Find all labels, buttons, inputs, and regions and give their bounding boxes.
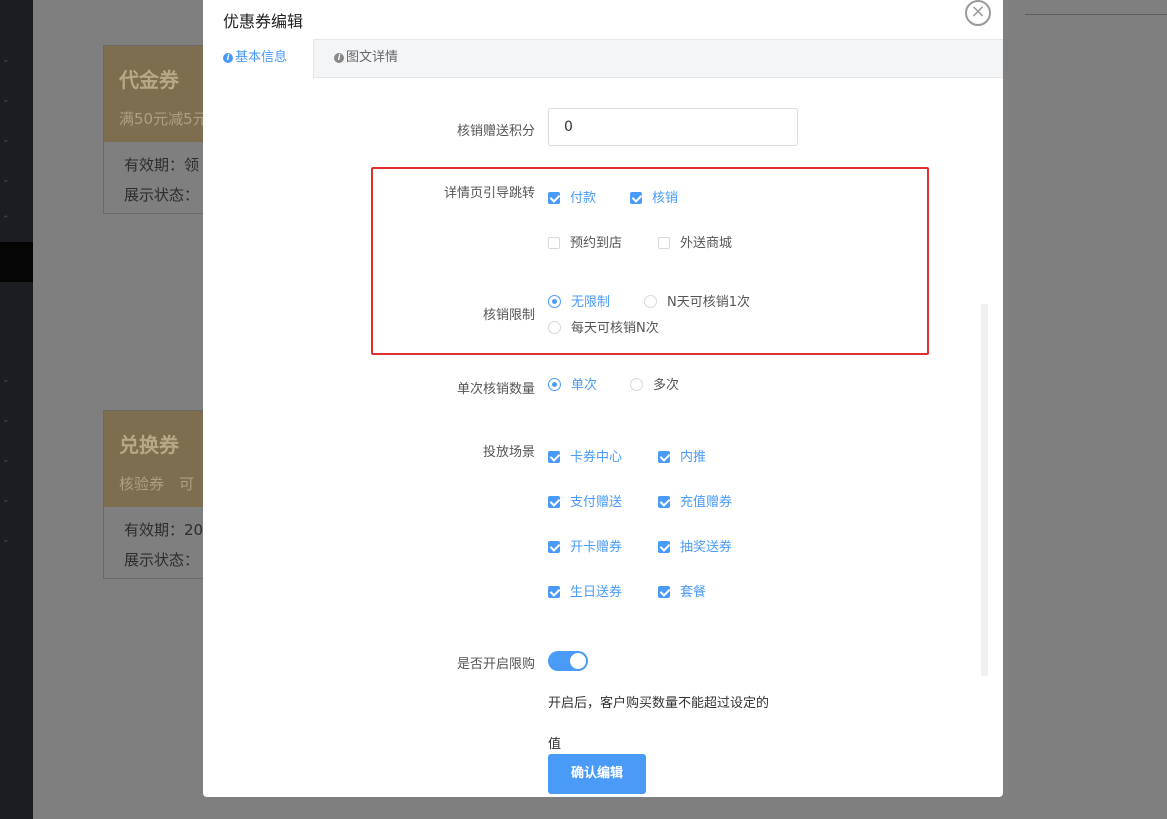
radio-daily-n-times[interactable]: 每天可核销N次 (548, 317, 659, 336)
confirm-edit-button[interactable]: 确认编辑 (548, 754, 646, 794)
coupon-card-display: 展示状态： (124, 186, 200, 204)
points-label: 核销赠送积分 (456, 124, 535, 139)
radio-icon (644, 295, 657, 308)
radio-icon (548, 321, 561, 334)
chevron-icon: ⌄ (2, 55, 10, 65)
coupon-card-title: 兑换券 (119, 433, 179, 457)
checkbox-icon (658, 496, 670, 508)
checkbox-icon (658, 237, 670, 249)
radio-multiple[interactable]: 多次 (630, 374, 679, 393)
checkbox-coupon-center[interactable]: 卡券中心 (548, 446, 622, 465)
info-icon: i (334, 53, 344, 63)
checkbox-payment-gift[interactable]: 支付赠送 (548, 491, 622, 510)
sidebar-active-item (0, 242, 33, 282)
chevron-icon: ⌄ (2, 375, 10, 385)
checkbox-icon (548, 496, 560, 508)
verify-limit-label: 核销限制 (482, 308, 535, 323)
coupon-edit-modal: 优惠券编辑 × i 基本信息 i 图文详情 核销赠送积分 0 详情页引导跳转 付款 … (203, 0, 1003, 797)
coupon-card-subtitle: 核验券 可 (119, 475, 195, 493)
checkbox-card-open-gift[interactable]: 开卡赠券 (548, 536, 622, 555)
checkbox-birthday-gift[interactable]: 生日送券 (548, 581, 622, 600)
background-sidebar: ⌄ ⌄ ⌄ ⌄ ⌃ ⌄ ⌄ ⌄ ⌄ ⌄ (0, 0, 33, 819)
coupon-card-title: 代金券 (119, 68, 179, 92)
checkbox-icon (548, 541, 560, 553)
checkbox-icon (658, 451, 670, 463)
radio-icon (548, 378, 561, 391)
checkbox-icon (658, 586, 670, 598)
tab-label: 图文详情 (346, 50, 399, 65)
radio-single[interactable]: 单次 (548, 374, 597, 393)
radio-icon (548, 295, 561, 308)
chevron-icon: ⌄ (2, 495, 10, 505)
modal-tabs: i 基本信息 i 图文详情 (203, 39, 1003, 79)
points-input[interactable]: 0 (548, 108, 798, 146)
checkbox-icon (658, 541, 670, 553)
checkbox-recharge-gift[interactable]: 充值赠券 (658, 491, 732, 510)
purchase-limit-label: 是否开启限购 (456, 657, 535, 672)
checkbox-delivery-mall[interactable]: 外送商城 (658, 232, 732, 251)
detail-redirect-label: 详情页引导跳转 (443, 186, 535, 201)
toggle-knob (570, 653, 586, 669)
tab-label: 基本信息 (235, 50, 288, 65)
purchase-limit-toggle[interactable] (548, 651, 588, 671)
coupon-card-validity: 有效期：20 (124, 521, 204, 539)
chevron-icon: ⌄ (2, 535, 10, 545)
checkbox-icon (548, 451, 560, 463)
checkbox-package[interactable]: 套餐 (658, 581, 706, 600)
radio-n-days-once[interactable]: N天可核销1次 (644, 291, 750, 310)
checkbox-lottery-gift[interactable]: 抽奖送券 (658, 536, 732, 555)
chevron-icon: ⌄ (2, 455, 10, 465)
chevron-icon: ⌄ (2, 95, 10, 105)
checkbox-icon (548, 192, 560, 204)
single-quantity-label: 单次核销数量 (456, 382, 535, 397)
purchase-limit-hint: 开启后，客户购买数量不能超过设定的 (548, 696, 770, 711)
background-topbar (1025, 0, 1167, 15)
chevron-icon: ⌃ (2, 215, 10, 225)
info-icon: i (223, 53, 233, 63)
scenes-label: 投放场景 (482, 445, 535, 460)
chevron-icon: ⌄ (2, 175, 10, 185)
background-coupon-card: 代金券 满50元减5元 有效期：领 展示状态： (103, 45, 215, 214)
radio-no-limit[interactable]: 无限制 (548, 291, 610, 310)
radio-icon (630, 378, 643, 391)
close-icon[interactable]: × (965, 0, 991, 26)
scrollbar[interactable] (981, 304, 988, 676)
background-coupon-card: 兑换券 核验券 可 有效期：20 展示状态： (103, 410, 215, 579)
chevron-icon: ⌄ (2, 135, 10, 145)
checkbox-referral[interactable]: 内推 (658, 446, 706, 465)
coupon-card-subtitle: 满50元减5元 (119, 110, 208, 128)
tab-basic-info[interactable]: i 基本信息 (203, 39, 314, 79)
checkbox-icon (548, 586, 560, 598)
coupon-card-validity: 有效期：领 (124, 156, 200, 174)
purchase-limit-hint-continued: 值 (548, 737, 562, 752)
checkbox-verify[interactable]: 核销 (630, 187, 678, 206)
modal-title: 优惠券编辑 (223, 12, 304, 31)
checkbox-reserve-store[interactable]: 预约到店 (548, 232, 622, 251)
checkbox-pay[interactable]: 付款 (548, 187, 596, 206)
chevron-icon: ⌄ (2, 415, 10, 425)
checkbox-icon (630, 192, 642, 204)
coupon-card-display: 展示状态： (124, 551, 200, 569)
checkbox-icon (548, 237, 560, 249)
tab-rich-detail[interactable]: i 图文详情 (314, 39, 434, 79)
